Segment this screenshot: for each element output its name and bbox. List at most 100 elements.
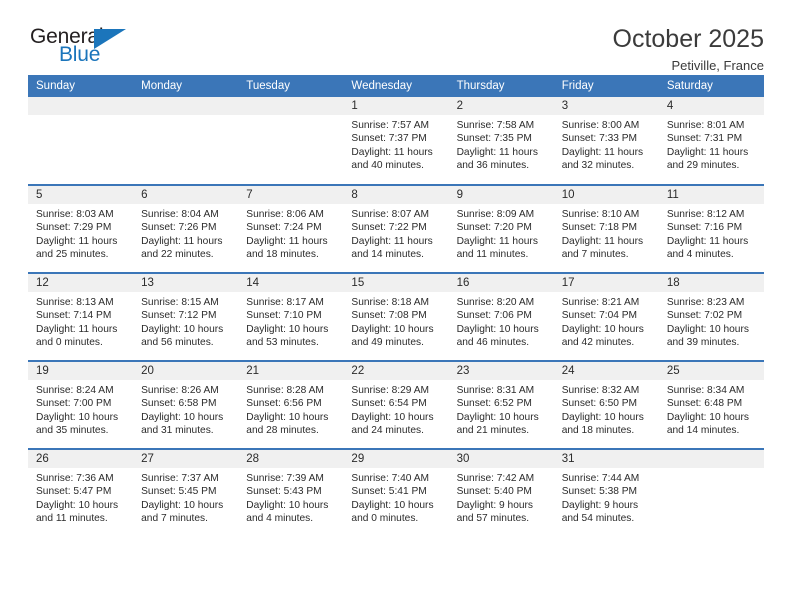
calendar-day-cell[interactable]: 12 Sunrise: 8:13 AM Sunset: 7:14 PM Dayligh… — [28, 272, 134, 361]
day-number — [658, 450, 764, 468]
daylight-text-cont: and 29 minutes. — [666, 160, 740, 172]
day-sun-info: Sunrise: 8:07 AM Sunset: 7:22 PM Daylight:… — [343, 204, 448, 262]
sunset-text: Sunset: 5:38 PM — [561, 486, 638, 498]
weekday-header-tuesday: Tuesday — [238, 75, 344, 97]
calendar-day-cell[interactable]: 30 Sunrise: 7:42 AM Sunset: 5:40 PM Dayligh… — [448, 448, 554, 537]
day-number: 13 — [133, 274, 239, 292]
weekday-header-wednesday: Wednesday — [343, 75, 449, 97]
calendar-day-cell[interactable]: 20 Sunrise: 8:26 AM Sunset: 6:58 PM Dayligh… — [133, 360, 239, 449]
sunrise-text: Sunrise: 8:23 AM — [666, 297, 745, 308]
day-cell-inner: 1 Sunrise: 7:57 AM Sunset: 7:37 PM Daylight… — [343, 97, 449, 184]
sunset-text: Sunset: 5:47 PM — [36, 486, 112, 498]
calendar-body: 1 Sunrise: 7:57 AM Sunset: 7:37 PM Daylight… — [28, 97, 764, 537]
daylight-text-cont: and 0 minutes. — [36, 337, 103, 349]
calendar-day-cell[interactable]: 9 Sunrise: 8:09 AM Sunset: 7:20 PM Daylight… — [448, 184, 554, 273]
day-sun-info: Sunrise: 8:17 AM Sunset: 7:10 PM Daylight:… — [238, 292, 343, 350]
day-cell-inner: 25 Sunrise: 8:34 AM Sunset: 6:48 PM Dayligh… — [658, 362, 764, 448]
day-number: 23 — [448, 362, 554, 380]
day-number: 17 — [553, 274, 659, 292]
day-cell-inner: 10 Sunrise: 8:10 AM Sunset: 7:18 PM Dayligh… — [553, 186, 659, 272]
day-sun-info: Sunrise: 8:09 AM Sunset: 7:20 PM Daylight:… — [449, 204, 554, 262]
day-sun-info: Sunrise: 8:03 AM Sunset: 7:29 PM Daylight:… — [28, 204, 133, 262]
sunrise-text: Sunrise: 8:24 AM — [36, 385, 114, 396]
sunset-text: Sunset: 6:56 PM — [246, 398, 322, 410]
calendar-day-cell[interactable]: 11 Sunrise: 8:12 AM Sunset: 7:16 PM Dayligh… — [658, 184, 764, 273]
daylight-text-cont: and 32 minutes. — [561, 160, 635, 172]
day-sun-info: Sunrise: 8:01 AM Sunset: 7:31 PM Daylight:… — [659, 115, 764, 173]
calendar-day-cell[interactable]: 22 Sunrise: 8:29 AM Sunset: 6:54 PM Dayligh… — [343, 360, 449, 449]
calendar-day-cell[interactable]: 5 Sunrise: 8:03 AM Sunset: 7:29 PM Daylight… — [28, 184, 134, 273]
calendar-day-cell[interactable]: 7 Sunrise: 8:06 AM Sunset: 7:24 PM Daylight… — [238, 184, 344, 273]
daylight-text: Daylight: 11 hours — [246, 235, 328, 247]
day-number: 25 — [658, 362, 764, 380]
calendar-day-cell[interactable]: 18 Sunrise: 8:23 AM Sunset: 7:02 PM Dayligh… — [658, 272, 764, 361]
daylight-text-cont: and 39 minutes. — [666, 337, 740, 349]
daylight-text-cont: and 18 minutes. — [246, 249, 319, 261]
calendar-day-cell[interactable]: 3 Sunrise: 8:00 AM Sunset: 7:33 PM Daylight… — [553, 97, 659, 185]
calendar-day-cell[interactable]: 19 Sunrise: 8:24 AM Sunset: 7:00 PM Dayligh… — [28, 360, 134, 449]
daylight-text: Daylight: 10 hours — [456, 323, 539, 335]
day-number: 28 — [238, 450, 344, 468]
daylight-text: Daylight: 10 hours — [456, 411, 539, 423]
daylight-text: Daylight: 11 hours — [141, 235, 223, 247]
daylight-text-cont: and 22 minutes. — [141, 249, 214, 261]
day-number: 24 — [553, 362, 659, 380]
calendar-cell-empty — [133, 97, 239, 185]
day-number: 29 — [343, 450, 449, 468]
daylight-text-cont: and 49 minutes. — [351, 337, 424, 349]
page-header: General Blue October 2025 Petiville, Fra… — [28, 0, 764, 75]
daylight-text: Daylight: 10 hours — [141, 499, 224, 511]
calendar-day-cell[interactable]: 8 Sunrise: 8:07 AM Sunset: 7:22 PM Daylight… — [343, 184, 449, 273]
calendar-day-cell[interactable]: 31 Sunrise: 7:44 AM Sunset: 5:38 PM Dayligh… — [553, 448, 659, 537]
calendar-day-cell[interactable]: 23 Sunrise: 8:31 AM Sunset: 6:52 PM Dayligh… — [448, 360, 554, 449]
sunset-text: Sunset: 7:02 PM — [666, 310, 743, 322]
day-cell-inner: 4 Sunrise: 8:01 AM Sunset: 7:31 PM Daylight… — [658, 97, 764, 184]
day-number: 6 — [133, 186, 239, 204]
calendar-cell-empty — [238, 97, 344, 185]
calendar-day-cell[interactable]: 6 Sunrise: 8:04 AM Sunset: 7:26 PM Daylight… — [133, 184, 239, 273]
daylight-text-cont: and 24 minutes. — [351, 425, 424, 437]
daylight-text-cont: and 31 minutes. — [141, 425, 214, 437]
day-sun-info: Sunrise: 7:37 AM Sunset: 5:45 PM Daylight:… — [133, 468, 238, 526]
calendar-day-cell[interactable]: 17 Sunrise: 8:21 AM Sunset: 7:04 PM Dayligh… — [553, 272, 659, 361]
day-sun-info: Sunrise: 7:39 AM Sunset: 5:43 PM Daylight:… — [238, 468, 343, 526]
day-number: 20 — [133, 362, 239, 380]
calendar-day-cell[interactable]: 24 Sunrise: 8:32 AM Sunset: 6:50 PM Dayligh… — [553, 360, 659, 449]
day-number: 19 — [28, 362, 134, 380]
calendar-day-cell[interactable]: 28 Sunrise: 7:39 AM Sunset: 5:43 PM Dayligh… — [238, 448, 344, 537]
calendar-day-cell[interactable]: 26 Sunrise: 7:36 AM Sunset: 5:47 PM Dayligh… — [28, 448, 134, 537]
calendar-day-cell[interactable]: 29 Sunrise: 7:40 AM Sunset: 5:41 PM Dayligh… — [343, 448, 449, 537]
day-number — [238, 97, 344, 115]
sunset-text: Sunset: 5:41 PM — [351, 486, 427, 498]
calendar-day-cell[interactable]: 21 Sunrise: 8:28 AM Sunset: 6:56 PM Dayligh… — [238, 360, 344, 449]
calendar-day-cell[interactable]: 2 Sunrise: 7:58 AM Sunset: 7:35 PM Daylight… — [448, 97, 554, 185]
calendar-cell-empty — [658, 448, 764, 537]
day-number: 11 — [658, 186, 764, 204]
calendar-day-cell[interactable]: 14 Sunrise: 8:17 AM Sunset: 7:10 PM Dayligh… — [238, 272, 344, 361]
daylight-text: Daylight: 11 hours — [456, 146, 538, 158]
day-number: 2 — [448, 97, 554, 115]
calendar-day-cell[interactable]: 4 Sunrise: 8:01 AM Sunset: 7:31 PM Daylight… — [658, 97, 764, 185]
calendar-day-cell[interactable]: 13 Sunrise: 8:15 AM Sunset: 7:12 PM Dayligh… — [133, 272, 239, 361]
sunset-text: Sunset: 6:48 PM — [666, 398, 743, 410]
sunrise-text: Sunrise: 7:39 AM — [246, 473, 324, 484]
sunset-text: Sunset: 7:33 PM — [561, 133, 638, 145]
day-cell-inner — [238, 97, 344, 184]
sunrise-text: Sunrise: 8:07 AM — [351, 209, 430, 220]
daylight-text: Daylight: 11 hours — [561, 235, 644, 247]
calendar-day-cell[interactable]: 10 Sunrise: 8:10 AM Sunset: 7:18 PM Dayligh… — [553, 184, 659, 273]
calendar-day-cell[interactable]: 25 Sunrise: 8:34 AM Sunset: 6:48 PM Dayligh… — [658, 360, 764, 449]
general-blue-logo[interactable]: General Blue — [28, 26, 138, 72]
calendar-day-cell[interactable]: 15 Sunrise: 8:18 AM Sunset: 7:08 PM Dayligh… — [343, 272, 449, 361]
sunrise-text: Sunrise: 8:15 AM — [141, 297, 219, 308]
day-cell-inner — [28, 97, 134, 184]
daylight-text-cont: and 54 minutes. — [561, 513, 635, 525]
calendar-day-cell[interactable]: 16 Sunrise: 8:20 AM Sunset: 7:06 PM Dayligh… — [448, 272, 554, 361]
day-number: 10 — [553, 186, 659, 204]
calendar-day-cell[interactable]: 1 Sunrise: 7:57 AM Sunset: 7:37 PM Daylight… — [343, 97, 449, 185]
day-cell-inner: 6 Sunrise: 8:04 AM Sunset: 7:26 PM Daylight… — [133, 186, 239, 272]
day-number: 14 — [238, 274, 344, 292]
day-sun-info: Sunrise: 8:23 AM Sunset: 7:02 PM Daylight:… — [659, 292, 764, 350]
calendar-day-cell[interactable]: 27 Sunrise: 7:37 AM Sunset: 5:45 PM Dayligh… — [133, 448, 239, 537]
sunrise-text: Sunrise: 8:03 AM — [36, 209, 114, 220]
